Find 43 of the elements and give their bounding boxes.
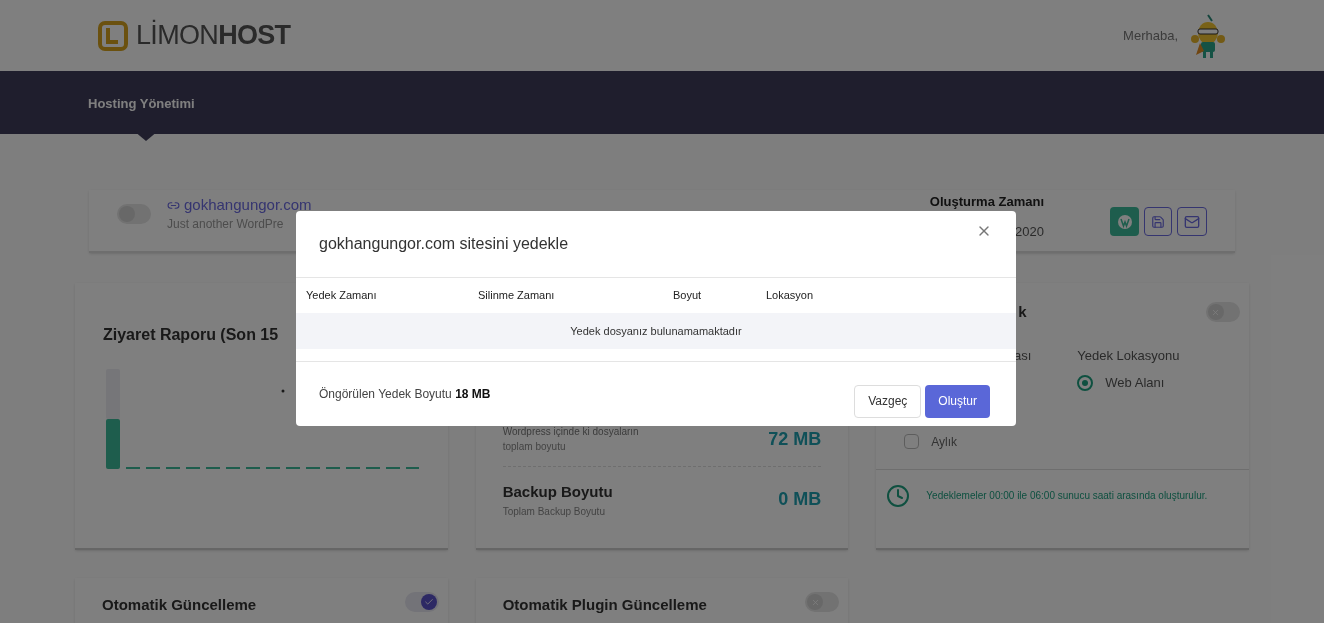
cancel-button[interactable]: Vazgeç	[854, 384, 922, 418]
logo[interactable]: LİMONHOST	[98, 15, 291, 56]
nav-tab[interactable]: Hosting Yönetimi	[88, 95, 195, 111]
greeting-text: Merhaba,	[1123, 26, 1178, 45]
schedule-note: Yedeklemeler 00:00 ile 06:00 sunucu saati arasında oluşturulur.	[926, 489, 1208, 503]
logo-text: LİMONHOST	[136, 18, 291, 53]
logo-icon	[98, 19, 128, 52]
column-header: Lokasyon	[766, 288, 815, 304]
checkbox[interactable]	[904, 434, 920, 449]
column-header: Yedek Zamanı	[305, 288, 378, 304]
card-title: k	[1018, 302, 1027, 322]
column-header: Boyut	[673, 288, 703, 304]
checkbox-label: Aylık	[931, 433, 958, 451]
clock-icon	[886, 483, 911, 508]
column-heading: Yedek Lokasyonu	[1077, 346, 1180, 365]
wordpress-button[interactable]	[1110, 207, 1139, 236]
save-icon	[1151, 214, 1165, 229]
estimated-size: Öngörülen Yedek Boyutu 18 MB	[319, 386, 491, 403]
created-label: Oluşturma Zamanı	[929, 194, 1044, 209]
created-date: 2020	[1015, 223, 1044, 241]
card-title: Ziyaret Raporu (Son 15	[103, 325, 280, 345]
mascot-avatar	[1190, 12, 1226, 59]
dialog-title: gokhangungor.com sitesini yedekle	[319, 234, 569, 254]
column-header: Silinme Zamanı	[478, 288, 556, 304]
card-title: Otomatik Plugin Güncelleme	[502, 596, 707, 615]
size-value: 0 MB	[778, 488, 822, 512]
mail-icon	[1184, 213, 1200, 230]
save-button[interactable]	[1144, 207, 1172, 236]
radio-label: Web Alanı	[1105, 374, 1165, 392]
size-subtitle: Toplam Backup Boyutu	[502, 504, 606, 519]
site-link[interactable]: gokhangungor.com	[167, 196, 312, 215]
wordpress-icon	[1116, 213, 1133, 230]
card-title: Otomatik Güncelleme	[102, 596, 257, 615]
size-value: 72 MB	[768, 427, 822, 451]
empty-table-message: Yedek dosyanız bulunamamaktadır	[296, 313, 1016, 349]
size-label: Backup Boyutu	[502, 482, 613, 502]
radio-button[interactable]	[1077, 374, 1094, 391]
create-button[interactable]: Oluştur	[925, 384, 990, 418]
size-subtitle: toplam boyutu	[502, 440, 567, 454]
check-icon	[423, 597, 434, 607]
size-label: Wordpress içinde ki dosyaların	[502, 425, 639, 439]
mail-button[interactable]	[1177, 207, 1207, 236]
toggle-switch[interactable]	[404, 592, 439, 612]
